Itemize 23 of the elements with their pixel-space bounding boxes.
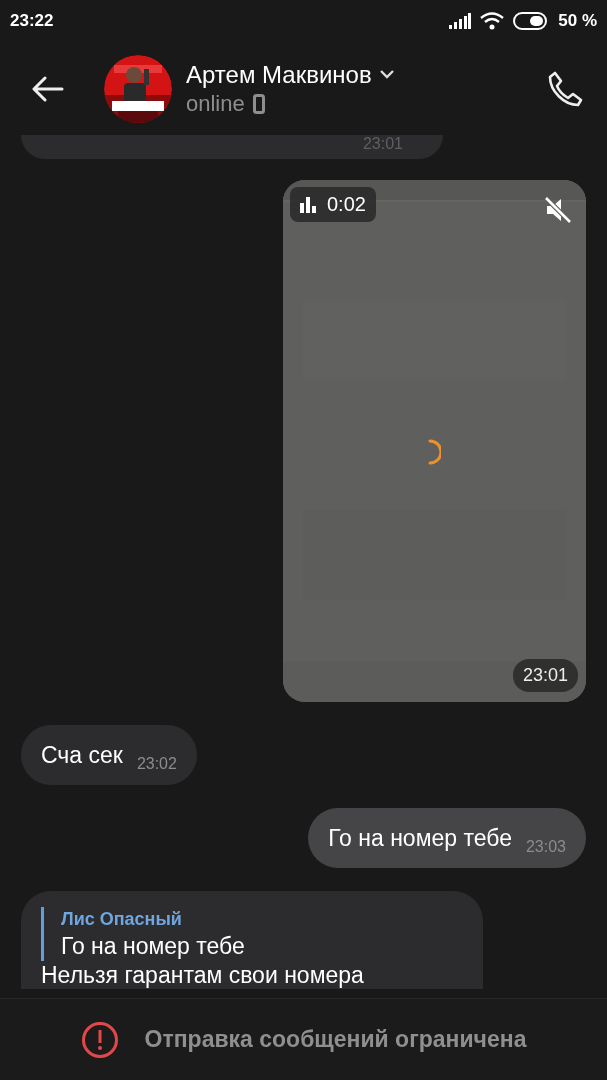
- warning-icon: [80, 1020, 119, 1059]
- message-time: 23:03: [525, 838, 566, 857]
- restriction-notice: Отправка сообщений ограничена: [144, 1026, 527, 1053]
- chevron-down-icon[interactable]: [379, 70, 394, 79]
- quote-author: Лис Опасный: [61, 908, 183, 931]
- video-duration: 0:02: [327, 193, 366, 216]
- battery-percent: 50 %: [558, 11, 597, 31]
- online-status: online: [186, 90, 245, 117]
- message-text: Го на номер тебе: [328, 824, 512, 853]
- message-text: Сча сек: [41, 741, 123, 770]
- mute-icon[interactable]: [544, 196, 572, 224]
- contact-name[interactable]: Артем Маквинов: [186, 60, 372, 89]
- video-message[interactable]: 0:02 23:01: [283, 180, 586, 702]
- wifi-icon: [480, 12, 505, 30]
- message-time: 23:02: [136, 755, 177, 774]
- quote-text: Го на номер тебе: [61, 932, 246, 961]
- reply-quote[interactable]: Лис Опасный Го на номер тебе: [41, 907, 463, 961]
- message-text: Нельзя гарантам свои номера: [41, 961, 365, 989]
- audio-bars-icon: [300, 196, 318, 213]
- signal-icon: [449, 13, 472, 29]
- clock-time: 23:22: [10, 11, 54, 31]
- phone-device-icon: [252, 93, 265, 114]
- battery-icon: [513, 12, 550, 30]
